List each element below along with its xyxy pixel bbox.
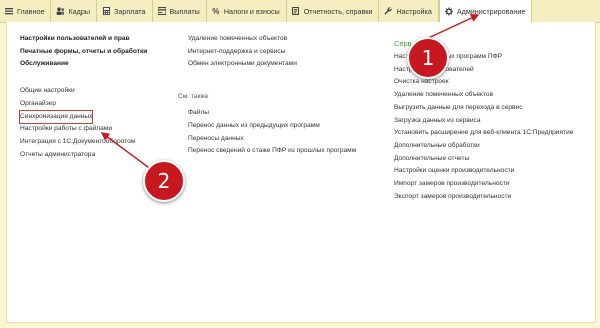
annotation-arrows: [100, 14, 480, 171]
callout-number: 1: [421, 46, 435, 70]
callout-number: 2: [157, 169, 171, 193]
arrow-to-data-sync: [100, 132, 153, 171]
arrow-to-admin-tab: [423, 14, 480, 41]
callout-badge-1: 1: [407, 37, 449, 79]
callout-badge-2: 2: [143, 160, 185, 202]
